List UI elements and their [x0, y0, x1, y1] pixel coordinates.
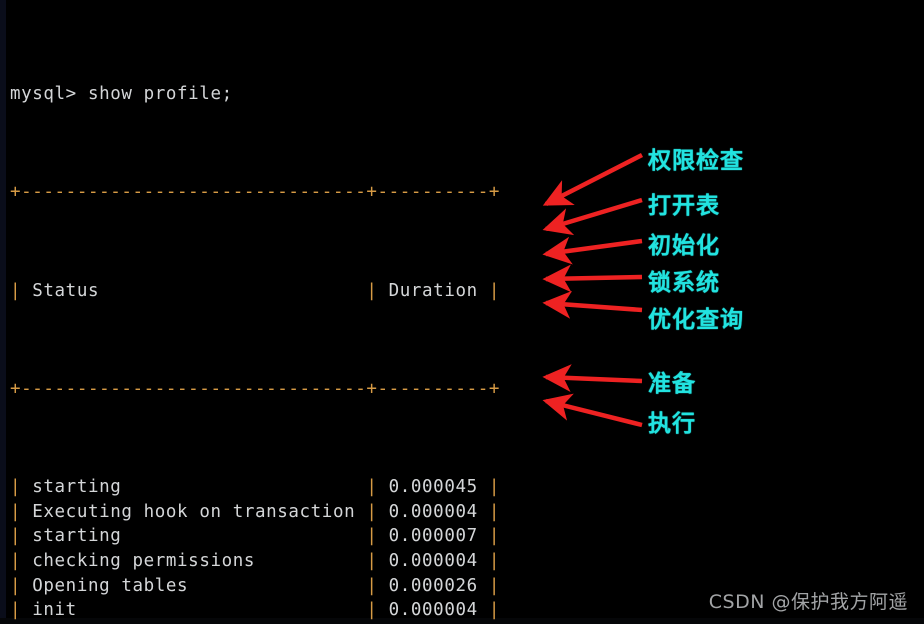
csdn-watermark: CSDN @保护我方阿遥 — [708, 591, 908, 613]
table-row: | Opening tables | 0.000026 | — [10, 575, 500, 596]
annotation-label: 锁系统 — [648, 270, 720, 296]
annotation-arrow — [542, 290, 643, 319]
annotation-arrow — [542, 264, 643, 293]
table-body: | starting | 0.000045 | | Executing hook … — [10, 475, 500, 624]
annotation-label: 初始化 — [648, 233, 720, 259]
table-header-rule: +-------------------------------+-------… — [10, 377, 500, 402]
annotation-arrow — [542, 364, 643, 392]
header-rule-text: +-------------------------------+-------… — [10, 378, 500, 399]
prompt-line: mysql> show profile; — [10, 82, 500, 107]
table-top-rule: +-------------------------------+-------… — [10, 180, 500, 205]
annotation-arrow — [542, 236, 643, 265]
annotation-label: 打开表 — [648, 193, 720, 219]
table-row: | checking permissions | 0.000004 | — [10, 551, 500, 572]
annotation-label: 优化查询 — [648, 307, 744, 333]
annotation-arrow — [542, 152, 644, 207]
annotation-label: 权限检查 — [648, 148, 744, 174]
table-row: | starting | 0.000045 | — [10, 477, 500, 498]
table-header-text: | Status | Duration | — [10, 280, 500, 301]
annotation-label: 执行 — [648, 411, 696, 437]
table-row: | init | 0.000004 | — [10, 600, 500, 621]
table-row: | starting | 0.000007 | — [10, 526, 500, 547]
table-row: | Executing hook on transaction | 0.0000… — [10, 501, 500, 522]
annotation-arrow — [542, 393, 643, 428]
annotation-label: 准备 — [648, 371, 696, 397]
terminal-screenshot: mysql> show profile; +------------------… — [0, 0, 924, 624]
top-rule-text: +-------------------------------+-------… — [10, 182, 500, 203]
terminal-output: mysql> show profile; +------------------… — [10, 8, 500, 624]
left-edge-gutter — [0, 0, 6, 624]
prompt-text: mysql> show profile; — [10, 83, 233, 104]
table-header-row: | Status | Duration | — [10, 279, 500, 304]
annotation-arrow — [542, 197, 643, 236]
